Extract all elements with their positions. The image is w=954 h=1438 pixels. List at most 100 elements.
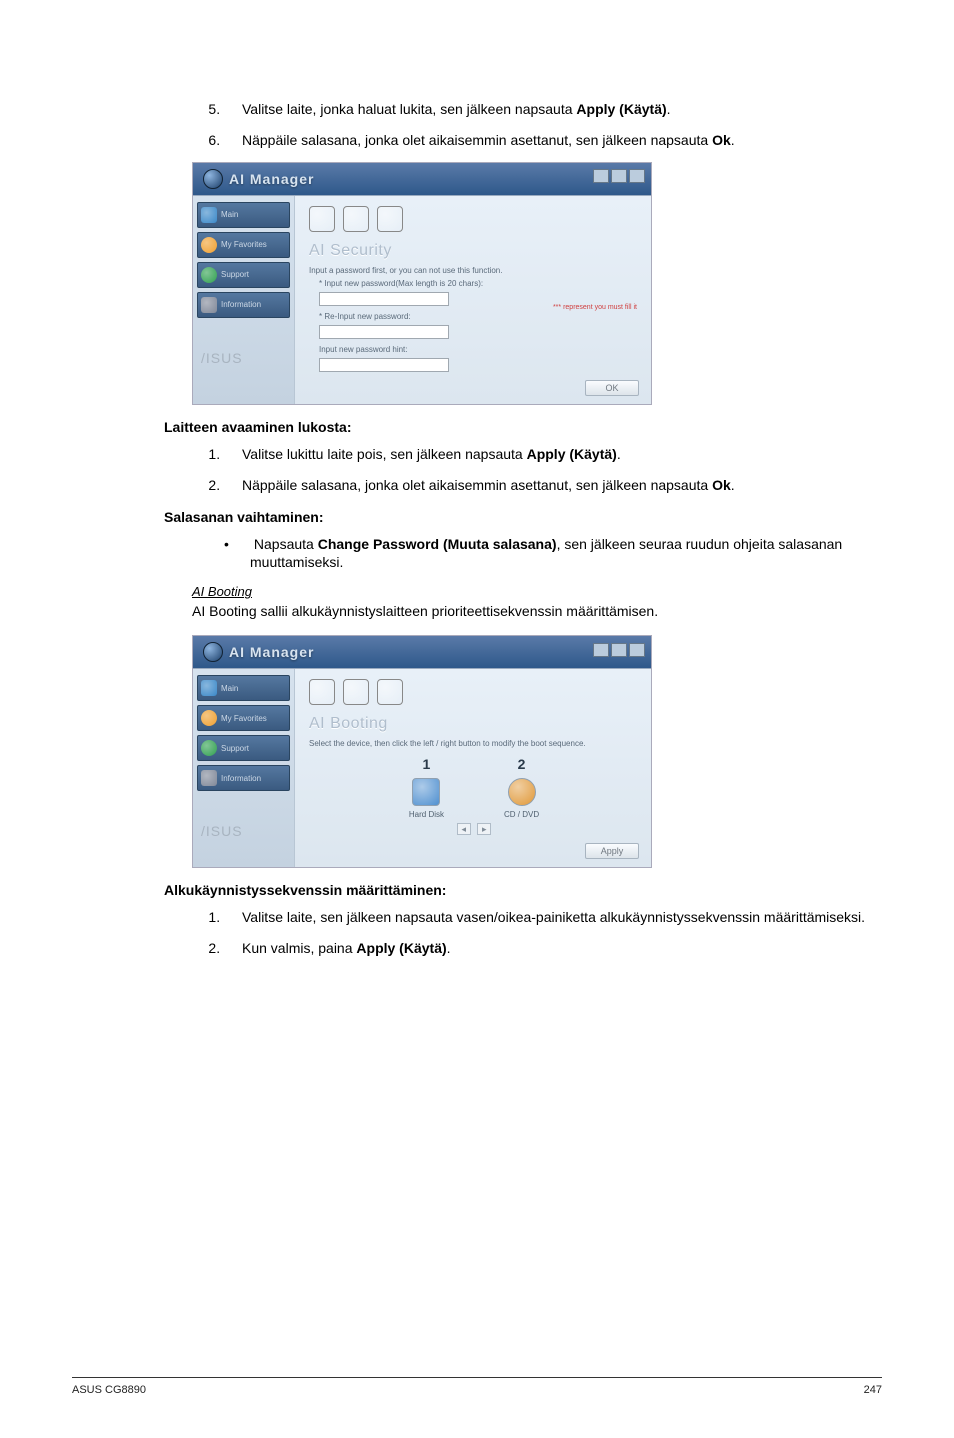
support-icon: [201, 740, 217, 756]
screenshot-ai-security: AI Manager Main My Favorites Support Inf…: [192, 162, 652, 405]
footer-left: ASUS CG8890: [72, 1384, 146, 1396]
steps-top-list: Valitse laite, jonka haluat lukita, sen …: [224, 100, 882, 150]
favorites-icon: [201, 710, 217, 726]
window-buttons[interactable]: [591, 643, 645, 662]
ai-booting-subheading: AI Booting: [192, 584, 882, 599]
sidebar-item-favorites[interactable]: My Favorites: [197, 705, 290, 731]
password-change-heading: Salasanan vaihtaminen:: [164, 509, 882, 525]
sidebar-item-main[interactable]: Main: [197, 202, 290, 228]
boot-device-1[interactable]: 1 Hard Disk: [409, 756, 444, 819]
arrow-buttons: ◂ ▸: [309, 823, 639, 835]
device-label: Hard Disk: [409, 810, 444, 819]
required-hint: *** represent you must fill it: [553, 304, 637, 311]
instruction-text: Input a password first, or you can not u…: [309, 266, 639, 275]
text: Valitse lukittu laite pois, sen jälkeen …: [242, 446, 527, 462]
tool-icon-1[interactable]: [309, 206, 335, 232]
tool-icon-2[interactable]: [343, 679, 369, 705]
sidebar-item-support[interactable]: Support: [197, 735, 290, 761]
bootseq-steps-list: Valitse laite, sen jälkeen napsauta vase…: [224, 908, 882, 958]
window-titlebar: AI Manager: [193, 163, 651, 195]
password-input[interactable]: [319, 292, 449, 306]
app-icon: [203, 642, 223, 662]
sidebar-item-information[interactable]: Information: [197, 292, 290, 318]
screenshot-ai-booting: AI Manager Main My Favorites Support Inf…: [192, 635, 652, 868]
password-confirm-input[interactable]: [319, 325, 449, 339]
boot-device-2[interactable]: 2 CD / DVD: [504, 756, 539, 819]
app-icon: [203, 169, 223, 189]
device-label: CD / DVD: [504, 810, 539, 819]
password-hint-input[interactable]: [319, 358, 449, 372]
ai-booting-description: AI Booting sallii alkukäynnistyslaitteen…: [192, 603, 882, 619]
sidebar-item-information[interactable]: Information: [197, 765, 290, 791]
window-titlebar: AI Manager: [193, 636, 651, 668]
sidebar-label: Support: [221, 270, 249, 279]
ok-button[interactable]: OK: [585, 380, 639, 396]
brand-text: /ISUS: [197, 342, 290, 374]
cddvd-icon: [508, 778, 536, 806]
tool-icon-3[interactable]: [377, 679, 403, 705]
unlock-step-2: Näppäile salasana, jonka olet aikaisemmi…: [224, 476, 882, 495]
sidebar-label: Information: [221, 300, 261, 309]
info-icon: [201, 770, 217, 786]
step-5: Valitse laite, jonka haluat lukita, sen …: [224, 100, 882, 119]
bold-text: Apply (Käytä): [576, 101, 666, 117]
right-arrow-button[interactable]: ▸: [477, 823, 491, 835]
device-number: 1: [409, 756, 444, 772]
tool-icon-2[interactable]: [343, 206, 369, 232]
sidebar: Main My Favorites Support Information /I…: [193, 196, 295, 404]
tool-icon-3[interactable]: [377, 206, 403, 232]
sidebar-label: Main: [221, 210, 238, 219]
section-title: AI Booting: [309, 715, 639, 733]
bold-text: Apply (Käytä): [356, 940, 446, 956]
text: Näppäile salasana, jonka olet aikaisemmi…: [242, 132, 712, 148]
bold-text: Ok: [712, 477, 731, 493]
sidebar: Main My Favorites Support Information /I…: [193, 669, 295, 867]
main-pane: AI Security Input a password first, or y…: [295, 196, 651, 404]
sidebar-label: My Favorites: [221, 714, 267, 723]
instruction-text: Select the device, then click the left /…: [309, 739, 639, 748]
unlock-step-1: Valitse lukittu laite pois, sen jälkeen …: [224, 445, 882, 464]
window-buttons[interactable]: [591, 169, 645, 188]
field-label: Input new password hint:: [319, 345, 639, 354]
sidebar-item-favorites[interactable]: My Favorites: [197, 232, 290, 258]
text: Valitse laite, jonka haluat lukita, sen …: [242, 101, 576, 117]
unlock-steps-list: Valitse lukittu laite pois, sen jälkeen …: [224, 445, 882, 495]
info-icon: [201, 297, 217, 313]
sidebar-label: Support: [221, 744, 249, 753]
text: Valitse laite, sen jälkeen napsauta vase…: [242, 909, 865, 925]
support-icon: [201, 267, 217, 283]
main-icon: [201, 680, 217, 696]
window-title: AI Manager: [203, 642, 314, 662]
window-title: AI Manager: [203, 169, 314, 189]
unlock-heading: Laitteen avaaminen lukosta:: [164, 419, 882, 435]
toolbar-icons: [309, 679, 639, 705]
step-6: Näppäile salasana, jonka olet aikaisemmi…: [224, 131, 882, 150]
field-label: * Re-Input new password:: [319, 312, 639, 321]
device-row: 1 Hard Disk 2 CD / DVD: [309, 756, 639, 819]
bootseq-step-1: Valitse laite, sen jälkeen napsauta vase…: [224, 908, 882, 927]
text: .: [667, 101, 671, 117]
sidebar-item-main[interactable]: Main: [197, 675, 290, 701]
window-title-text: AI Manager: [229, 644, 314, 660]
left-arrow-button[interactable]: ◂: [457, 823, 471, 835]
text: .: [447, 940, 451, 956]
bootseq-step-2: Kun valmis, paina Apply (Käytä).: [224, 939, 882, 958]
tool-icon-1[interactable]: [309, 679, 335, 705]
text: .: [731, 477, 735, 493]
toolbar-icons: [309, 206, 639, 232]
main-icon: [201, 207, 217, 223]
field-label: * Input new password(Max length is 20 ch…: [319, 279, 639, 288]
bold-text: Ok: [712, 132, 731, 148]
sidebar-label: Information: [221, 774, 261, 783]
brand-text: /ISUS: [197, 815, 290, 847]
device-number: 2: [504, 756, 539, 772]
harddisk-icon: [412, 778, 440, 806]
apply-button[interactable]: Apply: [585, 843, 639, 859]
text: Kun valmis, paina: [242, 940, 356, 956]
password-change-bullet: Napsauta Change Password (Muuta salasana…: [224, 535, 882, 573]
sidebar-label: My Favorites: [221, 240, 267, 249]
favorites-icon: [201, 237, 217, 253]
section-title: AI Security: [309, 242, 639, 260]
text: .: [731, 132, 735, 148]
sidebar-item-support[interactable]: Support: [197, 262, 290, 288]
